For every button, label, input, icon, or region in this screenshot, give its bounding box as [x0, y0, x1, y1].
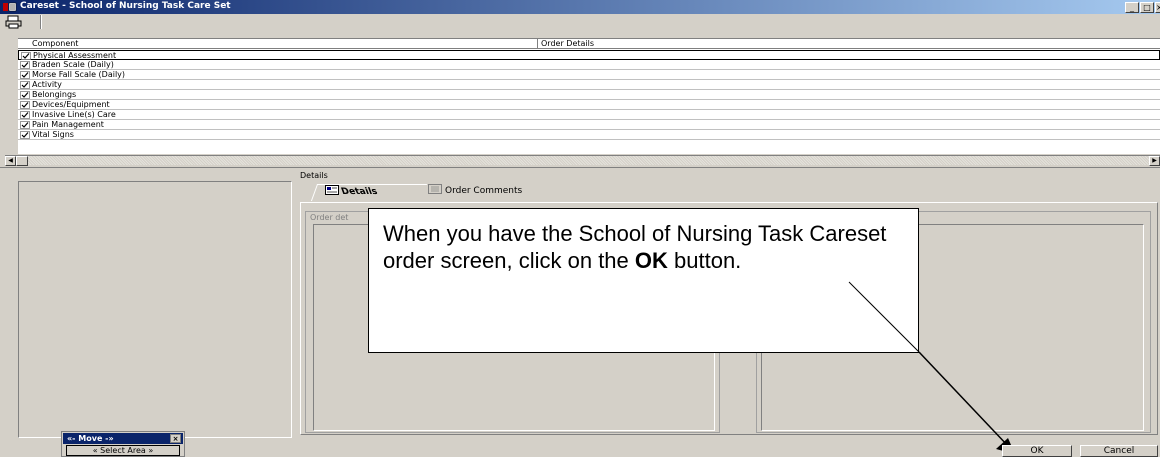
checkmark-icon[interactable]	[20, 131, 30, 139]
tab-details-label: Details	[339, 187, 380, 197]
table-row[interactable]: Activity	[18, 80, 1160, 90]
row-component-label: Morse Fall Scale (Daily)	[32, 70, 126, 79]
toolbar-separator	[40, 15, 42, 29]
row-component-label: Devices/Equipment	[32, 100, 110, 109]
table-row[interactable]: Braden Scale (Daily)	[18, 60, 1160, 70]
careset-app-icon	[3, 2, 17, 12]
scroll-right-arrow-icon[interactable]: ▶	[1149, 156, 1160, 166]
row-component-label: Braden Scale (Daily)	[32, 60, 114, 69]
table-row[interactable]: Invasive Line(s) Care	[18, 110, 1160, 120]
row-component-label: Pain Management	[32, 120, 104, 129]
checkmark-icon[interactable]	[20, 101, 30, 109]
ok-button[interactable]: OK	[1002, 445, 1072, 457]
column-header-order-details[interactable]: Order Details	[537, 39, 594, 49]
checkmark-icon[interactable]	[20, 81, 30, 89]
toolbar	[0, 14, 1160, 30]
table-row[interactable]: Pain Management	[18, 120, 1160, 130]
checkmark-icon[interactable]	[20, 121, 30, 129]
grid-header: Component Order Details	[18, 39, 1160, 49]
cancel-button[interactable]: Cancel	[1080, 445, 1158, 457]
table-row[interactable]: Morse Fall Scale (Daily)	[18, 70, 1160, 80]
move-widget[interactable]: «- Move -» × « Select Area »	[61, 431, 185, 457]
row-component-label: Belongings	[32, 90, 77, 99]
window-title: Careset - School of Nursing Task Care Se…	[20, 1, 231, 11]
checkmark-icon[interactable]	[20, 71, 30, 79]
table-row[interactable]: Devices/Equipment	[18, 100, 1160, 110]
table-row[interactable]: Physical Assessment	[18, 50, 1160, 60]
grid-row-selector-strip	[0, 38, 18, 154]
maximize-button[interactable]: □	[1140, 2, 1154, 13]
details-section-label: Details	[300, 171, 328, 180]
column-header-component[interactable]: Component	[32, 39, 78, 49]
row-component-label: Physical Assessment	[33, 51, 117, 60]
minimize-button[interactable]: _	[1125, 2, 1139, 13]
row-component-label: Invasive Line(s) Care	[32, 110, 116, 119]
components-grid: Component Order Details Physical Assessm…	[18, 38, 1160, 154]
select-area-button[interactable]: « Select Area »	[66, 445, 180, 456]
left-panel	[18, 181, 292, 438]
table-row[interactable]: Vital Signs	[18, 130, 1160, 140]
splitter[interactable]	[0, 167, 1160, 168]
checkmark-icon[interactable]	[21, 52, 31, 60]
horizontal-scrollbar[interactable]: ◀ ▶	[5, 155, 1160, 166]
print-icon[interactable]	[3, 15, 25, 29]
row-component-label: Vital Signs	[32, 130, 74, 139]
instruction-callout: When you have the School of Nursing Task…	[368, 208, 919, 353]
comments-icon	[428, 184, 442, 194]
scroll-thumb[interactable]	[16, 156, 28, 166]
tab-order-comments[interactable]: Order Comments	[428, 184, 538, 201]
callout-text-bold: OK	[634, 248, 668, 273]
tab-order-comments-label: Order Comments	[445, 186, 523, 196]
scroll-left-arrow-icon[interactable]: ◀	[5, 156, 16, 166]
title-bar: Careset - School of Nursing Task Care Se…	[0, 0, 1160, 14]
order-details-group-label: Order det	[310, 213, 349, 222]
row-component-label: Activity	[32, 80, 62, 89]
details-icon	[325, 185, 339, 195]
close-button[interactable]: ×	[1155, 2, 1160, 13]
tab-details[interactable]: Details	[310, 184, 428, 201]
callout-text-end: button.	[667, 248, 742, 273]
checkmark-icon[interactable]	[20, 61, 30, 69]
move-widget-close-icon[interactable]: ×	[170, 434, 181, 443]
checkmark-icon[interactable]	[20, 111, 30, 119]
checkmark-icon[interactable]	[20, 91, 30, 99]
move-widget-title[interactable]: «- Move -» ×	[63, 433, 183, 444]
table-row[interactable]: Belongings	[18, 90, 1160, 100]
